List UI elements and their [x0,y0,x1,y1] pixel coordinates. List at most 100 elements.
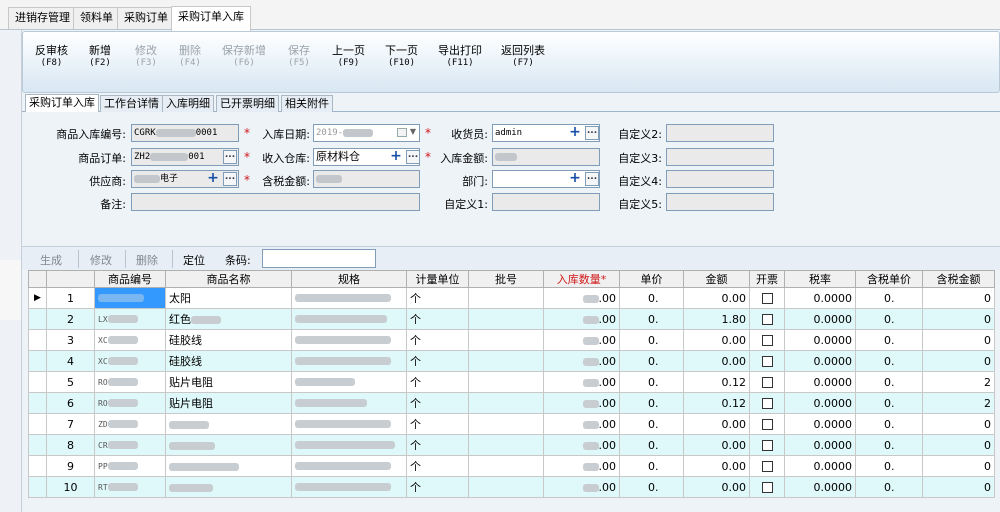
custom5-field[interactable] [666,193,774,211]
department-add-icon[interactable]: + [568,171,582,186]
invoice-checkbox[interactable] [761,419,773,430]
tab-inventory-management[interactable]: 进销存管理 [8,7,77,29]
tab-workbench-details[interactable]: 工作台详情 [100,95,163,112]
cell-amount[interactable]: 0.00 [683,476,750,498]
receiver-add-icon[interactable]: + [568,125,582,140]
cell-quantity[interactable]: .00 [543,329,620,351]
cell-product-code[interactable]: XC [94,329,166,351]
cell-tax-amount[interactable]: 0 [922,350,995,372]
department-field[interactable] [492,170,600,188]
cell-product-name[interactable]: 贴片电阻 [165,392,292,414]
warehouse-browse-icon[interactable]: ... [406,150,420,164]
receiver-browse-icon[interactable]: ... [585,126,599,140]
tab-purchase-order[interactable]: 采购订单 [117,7,175,29]
cell-seq[interactable]: 8 [46,434,95,456]
cell-invoice[interactable] [749,287,785,309]
invoice-checkbox[interactable] [761,440,773,451]
table-row[interactable]: 7 ZD 个 .00 0. 0.00 0.0000 0. 0 [28,413,995,435]
cell-product-name[interactable] [165,476,292,498]
cell-batch[interactable] [468,455,544,477]
table-row[interactable]: 10 RT 个 .00 0. 0.00 0.0000 0. 0 [28,476,995,498]
detail-edit-button[interactable]: 修改 [90,252,112,268]
cell-product-code[interactable]: RT [94,476,166,498]
supplier-add-icon[interactable]: + [206,171,220,186]
cell-invoice[interactable] [749,476,785,498]
header-batch[interactable]: 批号 [468,270,544,288]
detail-delete-button[interactable]: 删除 [136,252,158,268]
custom2-field[interactable] [666,124,774,142]
cell-product-name[interactable]: 太阳 [165,287,292,309]
cell-tax-amount[interactable]: 2 [922,392,995,414]
invoice-checkbox[interactable] [761,293,773,304]
remark-field[interactable] [131,193,420,211]
cell-unit[interactable]: 个 [406,350,469,372]
cell-tax-unit-price[interactable]: 0. [855,371,923,393]
header-product-code[interactable]: 商品编号 [94,270,166,288]
cell-unit-price[interactable]: 0. [619,371,684,393]
cell-tax-unit-price[interactable]: 0. [855,308,923,330]
cell-unit[interactable]: 个 [406,455,469,477]
cell-batch[interactable] [468,350,544,372]
cell-amount[interactable]: 0.12 [683,371,750,393]
cell-unit-price[interactable]: 0. [619,413,684,435]
cell-invoice[interactable] [749,413,785,435]
cell-spec[interactable] [291,434,407,456]
cell-batch[interactable] [468,308,544,330]
cell-amount[interactable]: 0.12 [683,392,750,414]
table-row[interactable]: 2 LX 红色 个 .00 0. 1.80 0.0000 0. 0 [28,308,995,330]
cell-batch[interactable] [468,287,544,309]
invoice-checkbox[interactable] [761,482,773,493]
cell-invoice[interactable] [749,392,785,414]
custom3-field[interactable] [666,148,774,166]
header-product-name[interactable]: 商品名称 [165,270,292,288]
cell-seq[interactable]: 1 [46,287,95,309]
table-row[interactable]: 9 PP 个 .00 0. 0.00 0.0000 0. 0 [28,455,995,477]
cell-seq[interactable]: 9 [46,455,95,477]
cell-quantity[interactable]: .00 [543,455,620,477]
cell-tax-amount[interactable]: 2 [922,371,995,393]
cell-amount[interactable]: 0.00 [683,287,750,309]
unaudit-button[interactable]: 反审核 (F8) [35,44,68,70]
tab-receipt-details[interactable]: 入库明细 [162,95,214,112]
row-indicator[interactable] [28,434,47,456]
cell-tax-rate[interactable]: 0.0000 [784,413,856,435]
cell-tax-unit-price[interactable]: 0. [855,476,923,498]
cell-unit-price[interactable]: 0. [619,476,684,498]
add-button[interactable]: 新增 (F2) [89,44,111,70]
header-tax-unit-price[interactable]: 含税单价 [855,270,923,288]
table-row[interactable]: 5 RO 贴片电阻 个 .00 0. 0.12 0.0000 0. 2 [28,371,995,393]
cell-spec[interactable] [291,413,407,435]
cell-tax-rate[interactable]: 0.0000 [784,476,856,498]
cell-seq[interactable]: 3 [46,329,95,351]
chevron-down-icon[interactable]: ▼ [406,126,420,140]
cell-product-code[interactable]: CR [94,434,166,456]
header-tax-rate[interactable]: 税率 [784,270,856,288]
supplier-browse-icon[interactable]: ... [223,172,237,186]
cell-tax-unit-price[interactable]: 0. [855,455,923,477]
cell-tax-unit-price[interactable]: 0. [855,392,923,414]
department-browse-icon[interactable]: ... [585,172,599,186]
cell-tax-rate[interactable]: 0.0000 [784,287,856,309]
cell-quantity[interactable]: .00 [543,350,620,372]
tab-purchase-order-receipt[interactable]: 采购订单入库 [171,6,251,31]
tab-attachments[interactable]: 相关附件 [281,95,333,112]
cell-amount[interactable]: 0.00 [683,455,750,477]
cell-unit-price[interactable]: 0. [619,350,684,372]
invoice-checkbox[interactable] [761,314,773,325]
cell-spec[interactable] [291,308,407,330]
cell-batch[interactable] [468,476,544,498]
tab-material-requisition[interactable]: 领料单 [73,7,120,29]
cell-tax-amount[interactable]: 0 [922,329,995,351]
save-button[interactable]: 保存 (F5) [288,44,310,70]
cell-unit-price[interactable]: 0. [619,455,684,477]
cell-product-code[interactable]: XC [94,350,166,372]
row-indicator[interactable] [28,413,47,435]
cell-product-name[interactable]: 硅胶线 [165,329,292,351]
cell-spec[interactable] [291,455,407,477]
cell-unit-price[interactable]: 0. [619,329,684,351]
header-amount[interactable]: 金额 [683,270,750,288]
cell-batch[interactable] [468,413,544,435]
cell-unit[interactable]: 个 [406,434,469,456]
cell-tax-amount[interactable]: 0 [922,413,995,435]
custom1-field[interactable] [492,193,600,211]
